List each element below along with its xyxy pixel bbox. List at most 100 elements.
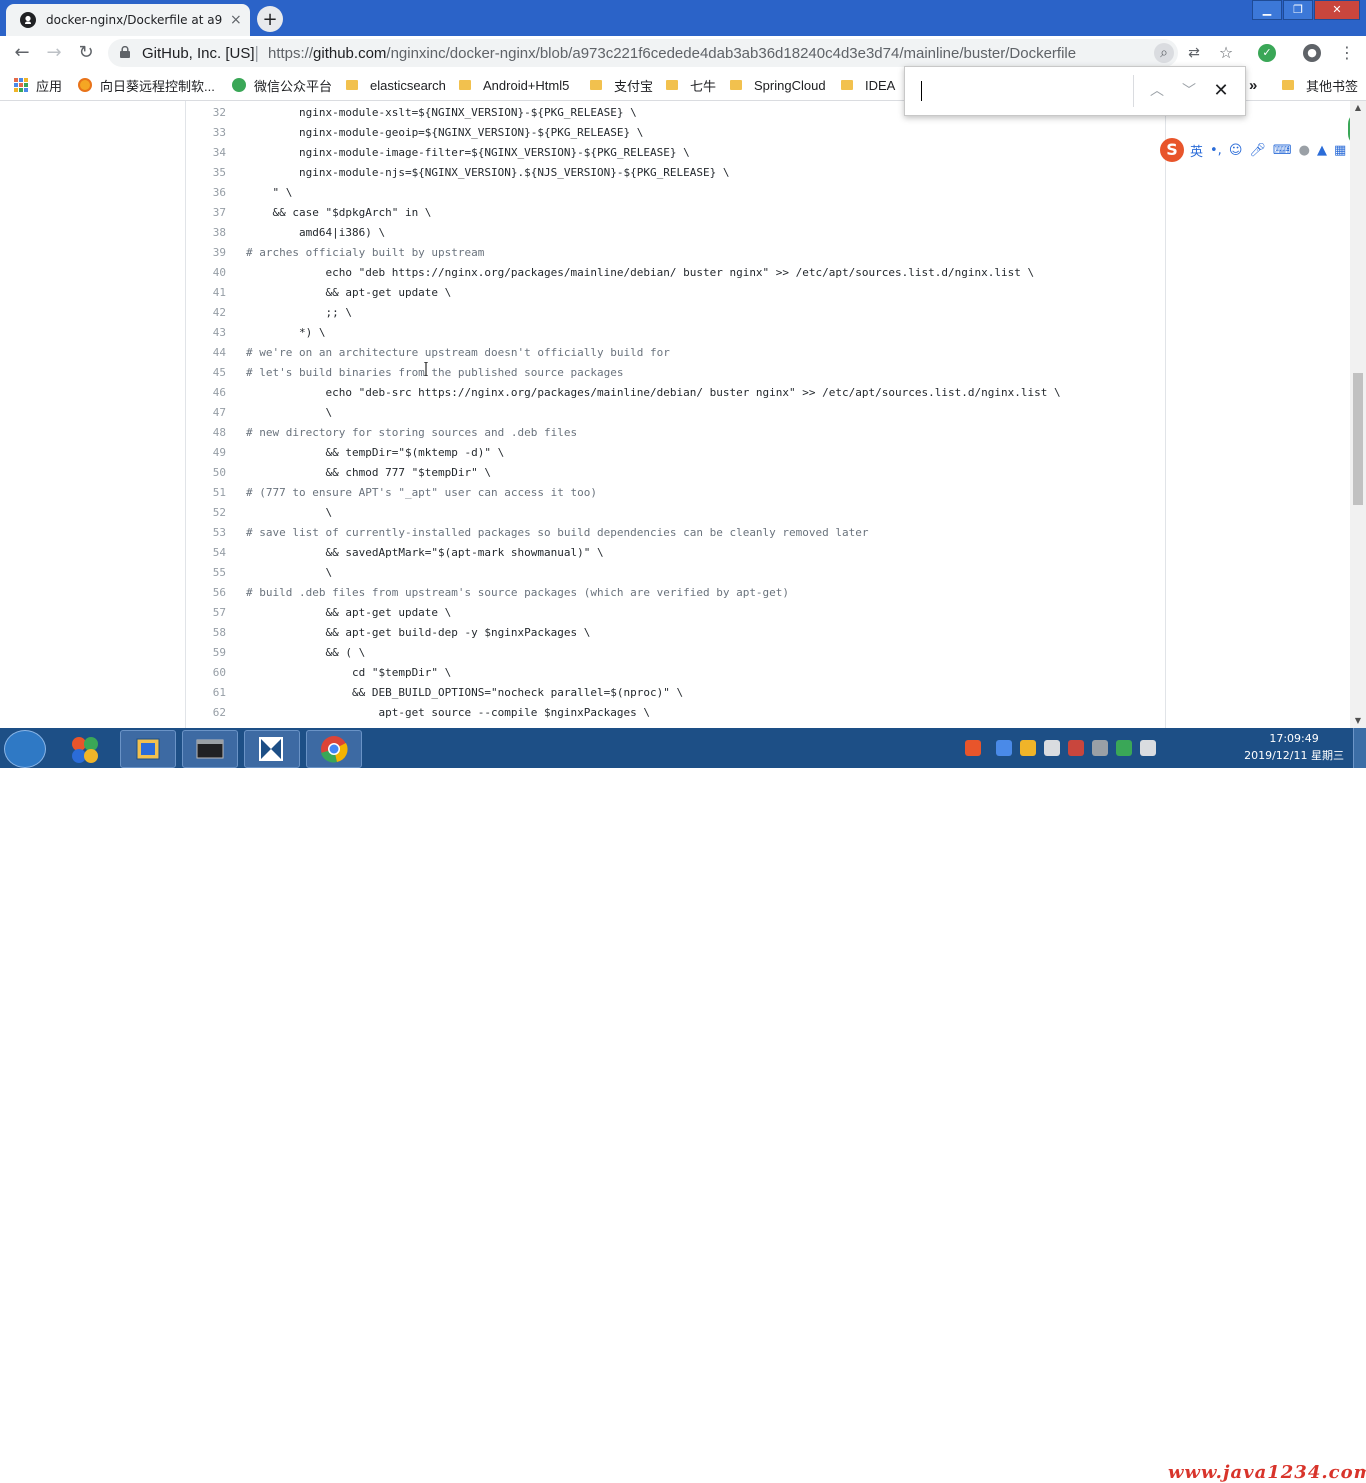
line-number[interactable]: 40 (186, 263, 226, 283)
microphone-icon[interactable]: 🎤︎ (1249, 143, 1266, 158)
line-number[interactable]: 44 (186, 343, 226, 363)
line-number[interactable]: 60 (186, 663, 226, 683)
line-number[interactable]: 43 (186, 323, 226, 343)
taskbar-app-terminal[interactable] (182, 730, 238, 768)
line-number[interactable]: 48 (186, 423, 226, 443)
minimize-button[interactable]: ▁ (1252, 0, 1282, 20)
back-button[interactable]: ← (11, 42, 33, 64)
line-number[interactable]: 56 (186, 583, 226, 603)
taskbar-app-jetbrains[interactable] (244, 730, 300, 768)
vertical-scrollbar[interactable]: ▲ ▼ (1350, 101, 1366, 728)
bookmark-springcloud[interactable]: SpringCloud (730, 76, 826, 94)
line-number[interactable]: 49 (186, 443, 226, 463)
start-button[interactable] (4, 730, 46, 768)
line-number[interactable]: 59 (186, 643, 226, 663)
plus-tray-icon[interactable] (1020, 740, 1036, 756)
line-number[interactable]: 54 (186, 543, 226, 563)
line-number[interactable]: 57 (186, 603, 226, 623)
line-number[interactable]: 39 (186, 243, 226, 263)
bookmark-wechat[interactable]: 微信公众平台 (232, 76, 332, 94)
security-tray-icon[interactable] (1068, 740, 1084, 756)
taskbar-app-explorer[interactable] (120, 730, 176, 768)
forward-button[interactable]: → (43, 42, 65, 64)
show-desktop-button[interactable] (1353, 728, 1366, 768)
bookmark-qiniu[interactable]: 七牛 (666, 76, 716, 94)
line-number[interactable]: 35 (186, 163, 226, 183)
toolbox-icon[interactable]: ▦ (1334, 143, 1346, 158)
find-in-page-icon[interactable]: ⌕ (1154, 43, 1174, 63)
line-number[interactable]: 41 (186, 283, 226, 303)
url-path: /nginxinc/docker-nginx/blob/a973c221f6ce… (386, 45, 1077, 62)
line-number[interactable]: 55 (186, 563, 226, 583)
line-number[interactable]: 62 (186, 703, 226, 723)
tab-close-icon[interactable]: × (230, 12, 242, 28)
line-number[interactable]: 37 (186, 203, 226, 223)
translate-icon[interactable]: ⇄ (1184, 43, 1204, 63)
find-previous-button[interactable]: ︿ (1145, 79, 1169, 103)
bookmark-android-html5[interactable]: Android+Html5 (459, 76, 569, 94)
bookmark-apps[interactable]: 应用 (14, 76, 62, 94)
find-close-button[interactable]: ✕ (1209, 79, 1233, 103)
bookmark-elasticsearch[interactable]: elasticsearch (346, 76, 446, 94)
menu-kebab-icon[interactable]: ⋮ (1337, 43, 1357, 63)
code-comment: # we're on an architecture upstream does… (246, 346, 670, 359)
lock-icon[interactable] (120, 46, 130, 58)
line-number[interactable]: 61 (186, 683, 226, 703)
reload-button[interactable]: ↻ (75, 42, 97, 64)
extension-icon[interactable]: ✓ (1258, 44, 1276, 62)
jetbrains-icon (259, 737, 283, 761)
find-input[interactable] (919, 79, 1133, 105)
sogou-logo-icon[interactable]: S (1160, 138, 1184, 162)
line-number[interactable]: 47 (186, 403, 226, 423)
address-bar[interactable]: GitHub, Inc. [US] | https://github.com/n… (108, 39, 1178, 67)
bookmark-star-icon[interactable]: ☆ (1216, 43, 1236, 63)
line-number[interactable]: 58 (186, 623, 226, 643)
code-text: && apt-get build-dep -y $nginxPackages \ (246, 626, 591, 639)
bookmark-alipay[interactable]: 支付宝 (590, 76, 653, 94)
scroll-up-arrow-icon[interactable]: ▲ (1350, 101, 1366, 115)
line-number[interactable]: 32 (186, 103, 226, 123)
new-tab-button[interactable]: + (257, 6, 283, 32)
taskbar-app-chrome[interactable] (306, 730, 362, 768)
skin-icon[interactable]: ▲ (1317, 143, 1327, 158)
close-window-button[interactable]: ✕ (1314, 0, 1360, 20)
bookmark-sunflower[interactable]: 向日葵远程控制软... (78, 76, 215, 94)
profile-avatar-icon[interactable]: ● (1303, 44, 1321, 62)
line-number[interactable]: 50 (186, 463, 226, 483)
shield-tray-icon[interactable] (1116, 740, 1132, 756)
line-number[interactable]: 51 (186, 483, 226, 503)
find-next-button[interactable]: ﹀ (1177, 79, 1201, 103)
user-icon[interactable]: ● (1299, 143, 1310, 158)
line-number[interactable]: 38 (186, 223, 226, 243)
bookmark-idea[interactable]: IDEA (841, 76, 895, 94)
monitor-tray-icon[interactable] (1140, 740, 1156, 756)
code-text: && ( \ (246, 646, 366, 659)
network-share-tray-icon[interactable] (996, 740, 1012, 756)
keyboard-icon[interactable]: ⌨ (1273, 143, 1292, 158)
system-clock[interactable]: 17:09:49 2019/12/11 星期三 (1244, 730, 1344, 764)
line-number[interactable]: 46 (186, 383, 226, 403)
restore-button[interactable]: ❐ (1283, 0, 1313, 20)
device-tray-icon[interactable] (1092, 740, 1108, 756)
scrollbar-thumb[interactable] (1353, 373, 1363, 505)
ime-language-toggle[interactable]: 英 (1190, 141, 1203, 160)
browser-tab[interactable]: docker-nginx/Dockerfile at a9 × (6, 4, 250, 36)
code-blob: 32 nginx-module-xslt=${NGINX_VERSION}-${… (185, 101, 1166, 728)
line-number[interactable]: 45 (186, 363, 226, 383)
line-number[interactable]: 33 (186, 123, 226, 143)
line-number[interactable]: 36 (186, 183, 226, 203)
sogou-tray-icon[interactable] (965, 740, 981, 756)
display-tray-icon[interactable] (1044, 740, 1060, 756)
line-number[interactable]: 52 (186, 503, 226, 523)
bookmark-other[interactable]: 其他书签 (1282, 76, 1358, 94)
line-number[interactable]: 42 (186, 303, 226, 323)
line-number[interactable]: 34 (186, 143, 226, 163)
emoji-icon[interactable]: ☺ (1229, 143, 1243, 158)
line-number[interactable]: 53 (186, 523, 226, 543)
bookmark-label: Android+Html5 (483, 77, 570, 93)
ime-punctuation-toggle[interactable]: •, (1210, 143, 1222, 158)
scroll-down-arrow-icon[interactable]: ▼ (1350, 714, 1366, 728)
bookmarks-overflow-button[interactable]: » (1249, 76, 1257, 94)
bookmark-label: elasticsearch (370, 77, 446, 93)
taskbar-app-pinwheel[interactable] (58, 730, 114, 768)
